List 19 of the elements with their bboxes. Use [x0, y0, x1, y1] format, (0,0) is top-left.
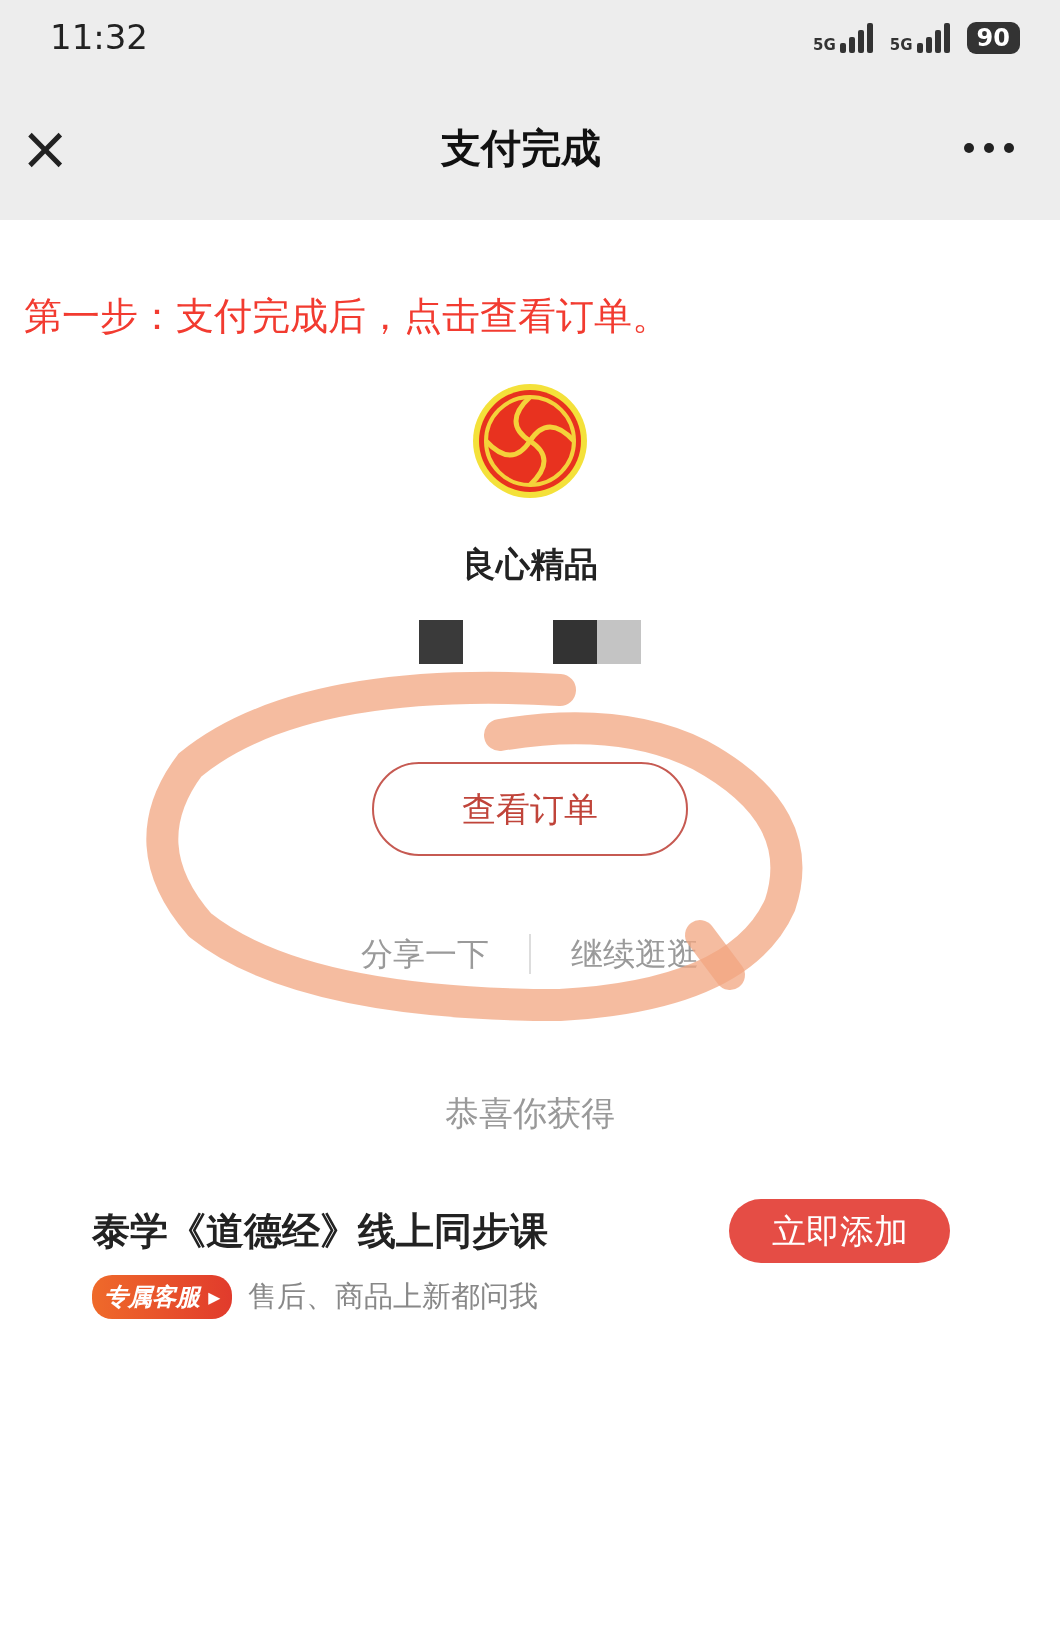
view-order-button[interactable]: 查看订单: [372, 762, 688, 856]
signal-icon: [839, 22, 874, 53]
signal-icon: [916, 22, 951, 53]
battery-level: 90: [966, 21, 1020, 54]
add-button[interactable]: 立即添加: [729, 1199, 950, 1263]
action-link[interactable]: 分享一下: [361, 930, 489, 978]
course-title: 泰学《道德经》线上同步课: [92, 1207, 548, 1255]
more-icon[interactable]: [963, 141, 1015, 154]
network-label: 5G: [889, 37, 913, 53]
reward-heading: 恭喜你获得: [444, 1092, 616, 1135]
action-link[interactable]: 继续逛逛: [571, 930, 699, 978]
network-label: 5G: [813, 37, 836, 53]
service-tag[interactable]: 专属客服 ▸: [92, 1275, 233, 1319]
instruction-text: 第一步：支付完成后，点击查看订单。: [23, 293, 671, 340]
shop-name: 良心精品: [462, 543, 598, 586]
status-time: 11:32: [50, 16, 148, 59]
close-button[interactable]: ×: [12, 117, 79, 178]
service-note: 售后、商品上新都问我: [248, 1278, 539, 1316]
page-title: 支付完成: [440, 123, 601, 173]
